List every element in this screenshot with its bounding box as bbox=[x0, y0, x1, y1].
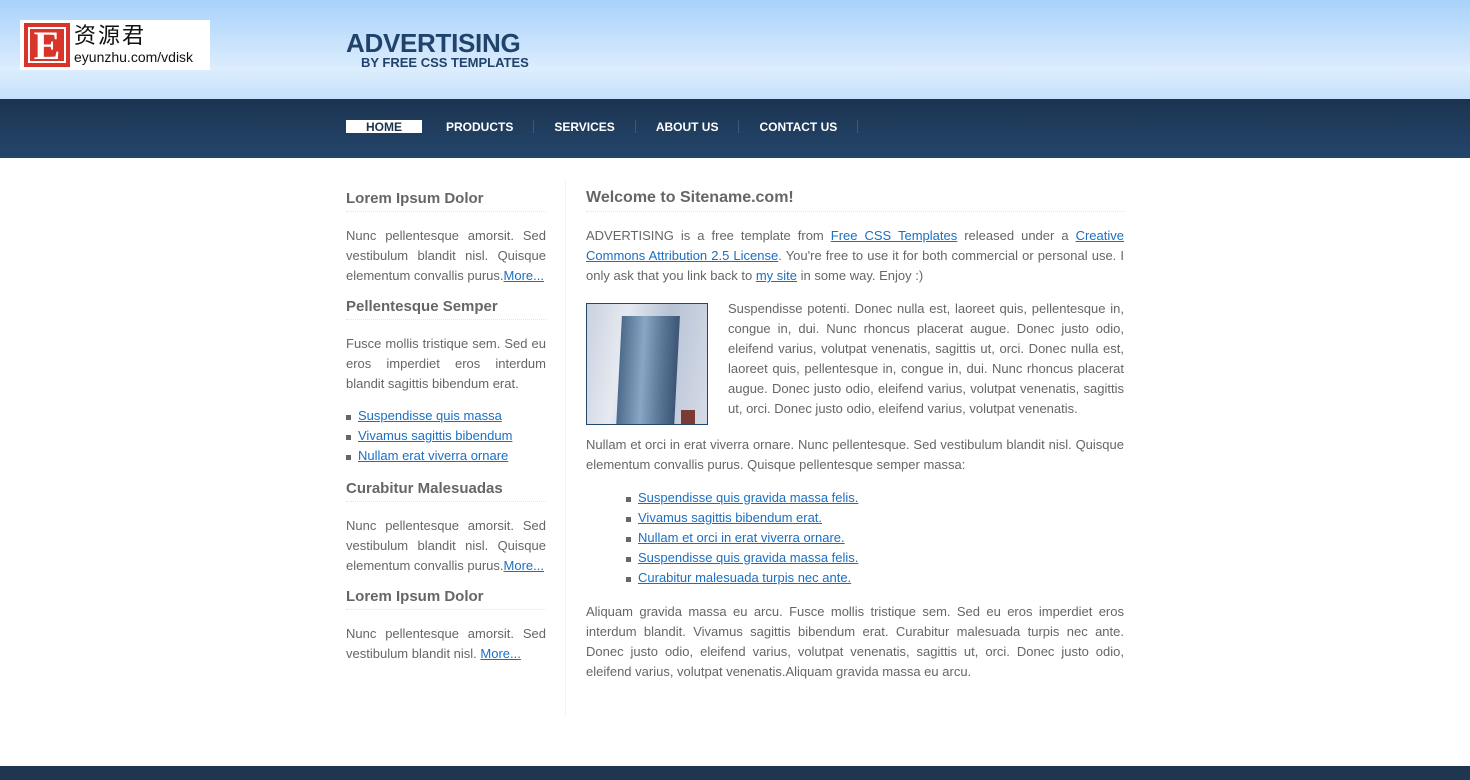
list-item: Curabitur malesuada turpis nec ante. bbox=[626, 568, 1124, 588]
sidebar-link[interactable]: Suspendisse quis massa bbox=[358, 408, 502, 423]
column-divider bbox=[565, 180, 566, 715]
list-item: Nullam erat viverra ornare bbox=[346, 446, 546, 466]
content-link[interactable]: Suspendisse quis gravida massa felis. bbox=[638, 490, 858, 505]
main-link-list: Suspendisse quis gravida massa felis. Vi… bbox=[626, 488, 1124, 588]
building-photo bbox=[586, 303, 708, 425]
list-item: Vivamus sagittis bibendum bbox=[346, 426, 546, 446]
sidebar-text: Nunc pellentesque amorsit. Sed vestibulu… bbox=[346, 624, 546, 664]
list-item: Suspendisse quis massa bbox=[346, 406, 546, 426]
sidebar-text: Nunc pellentesque amorsit. Sed vestibulu… bbox=[346, 226, 546, 286]
sidebar: Lorem Ipsum Dolor Nunc pellentesque amor… bbox=[346, 190, 546, 676]
sidebar-text: Fusce mollis tristique sem. Sed eu eros … bbox=[346, 336, 546, 391]
main-content: Welcome to Sitename.com! ADVERTISING is … bbox=[586, 189, 1124, 695]
nav-home[interactable]: HOME bbox=[346, 120, 422, 134]
my-site-link[interactable]: my site bbox=[756, 268, 797, 283]
sidebar-text: Nunc pellentesque amorsit. Sed vestibulu… bbox=[346, 516, 546, 576]
free-css-templates-link[interactable]: Free CSS Templates bbox=[831, 228, 957, 243]
intro-paragraph: ADVERTISING is a free template from Free… bbox=[586, 226, 1124, 286]
intro-text: in some way. Enjoy :) bbox=[796, 268, 924, 283]
more-link[interactable]: More... bbox=[504, 268, 544, 283]
sidebar-link[interactable]: Nullam erat viverra ornare bbox=[358, 448, 508, 463]
main-nav: HOME PRODUCTS SERVICES ABOUT US CONTACT … bbox=[0, 99, 1470, 158]
intro-text: ADVERTISING is a free template from bbox=[586, 228, 831, 243]
logo[interactable]: E 资源君 eyunzhu.com/vdisk bbox=[20, 20, 210, 70]
nav-products[interactable]: PRODUCTS bbox=[426, 120, 535, 134]
sidebar-heading: Lorem Ipsum Dolor bbox=[346, 190, 546, 212]
content-link[interactable]: Nullam et orci in erat viverra ornare. bbox=[638, 530, 845, 545]
header: E 资源君 eyunzhu.com/vdisk ADVERTISING BY F… bbox=[0, 0, 1470, 99]
list-item: Nullam et orci in erat viverra ornare. bbox=[626, 528, 1124, 548]
logo-url-text: eyunzhu.com/vdisk bbox=[74, 49, 194, 65]
nav-services[interactable]: SERVICES bbox=[534, 120, 636, 134]
more-link[interactable]: More... bbox=[480, 646, 520, 661]
logo-letter: E bbox=[24, 23, 70, 68]
logo-cn-text: 资源君 bbox=[74, 24, 147, 49]
more-link[interactable]: More... bbox=[504, 558, 544, 573]
paragraph: Nullam et orci in erat viverra ornare. N… bbox=[586, 437, 1124, 472]
sidebar-link-list: Suspendisse quis massa Vivamus sagittis … bbox=[346, 406, 546, 466]
list-item: Suspendisse quis gravida massa felis. bbox=[626, 488, 1124, 508]
content-link[interactable]: Vivamus sagittis bibendum erat. bbox=[638, 510, 822, 525]
sidebar-heading: Curabitur Malesuadas bbox=[346, 480, 546, 502]
content-link[interactable]: Curabitur malesuada turpis nec ante. bbox=[638, 570, 851, 585]
page-title: Welcome to Sitename.com! bbox=[586, 189, 1124, 212]
nav-about-us[interactable]: ABOUT US bbox=[636, 120, 740, 134]
site-subtitle: BY FREE CSS TEMPLATES bbox=[361, 55, 529, 70]
list-item: Vivamus sagittis bibendum erat. bbox=[626, 508, 1124, 528]
sidebar-link[interactable]: Vivamus sagittis bibendum bbox=[358, 428, 512, 443]
intro-text: released under a bbox=[957, 228, 1076, 243]
sidebar-heading: Lorem Ipsum Dolor bbox=[346, 588, 546, 610]
nav-contact-us[interactable]: CONTACT US bbox=[739, 120, 859, 134]
paragraph: Aliquam gravida massa eu arcu. Fusce mol… bbox=[586, 604, 1124, 679]
sidebar-heading: Pellentesque Semper bbox=[346, 298, 546, 320]
content-link[interactable]: Suspendisse quis gravida massa felis. bbox=[638, 550, 858, 565]
footer bbox=[0, 766, 1470, 780]
list-item: Suspendisse quis gravida massa felis. bbox=[626, 548, 1124, 568]
